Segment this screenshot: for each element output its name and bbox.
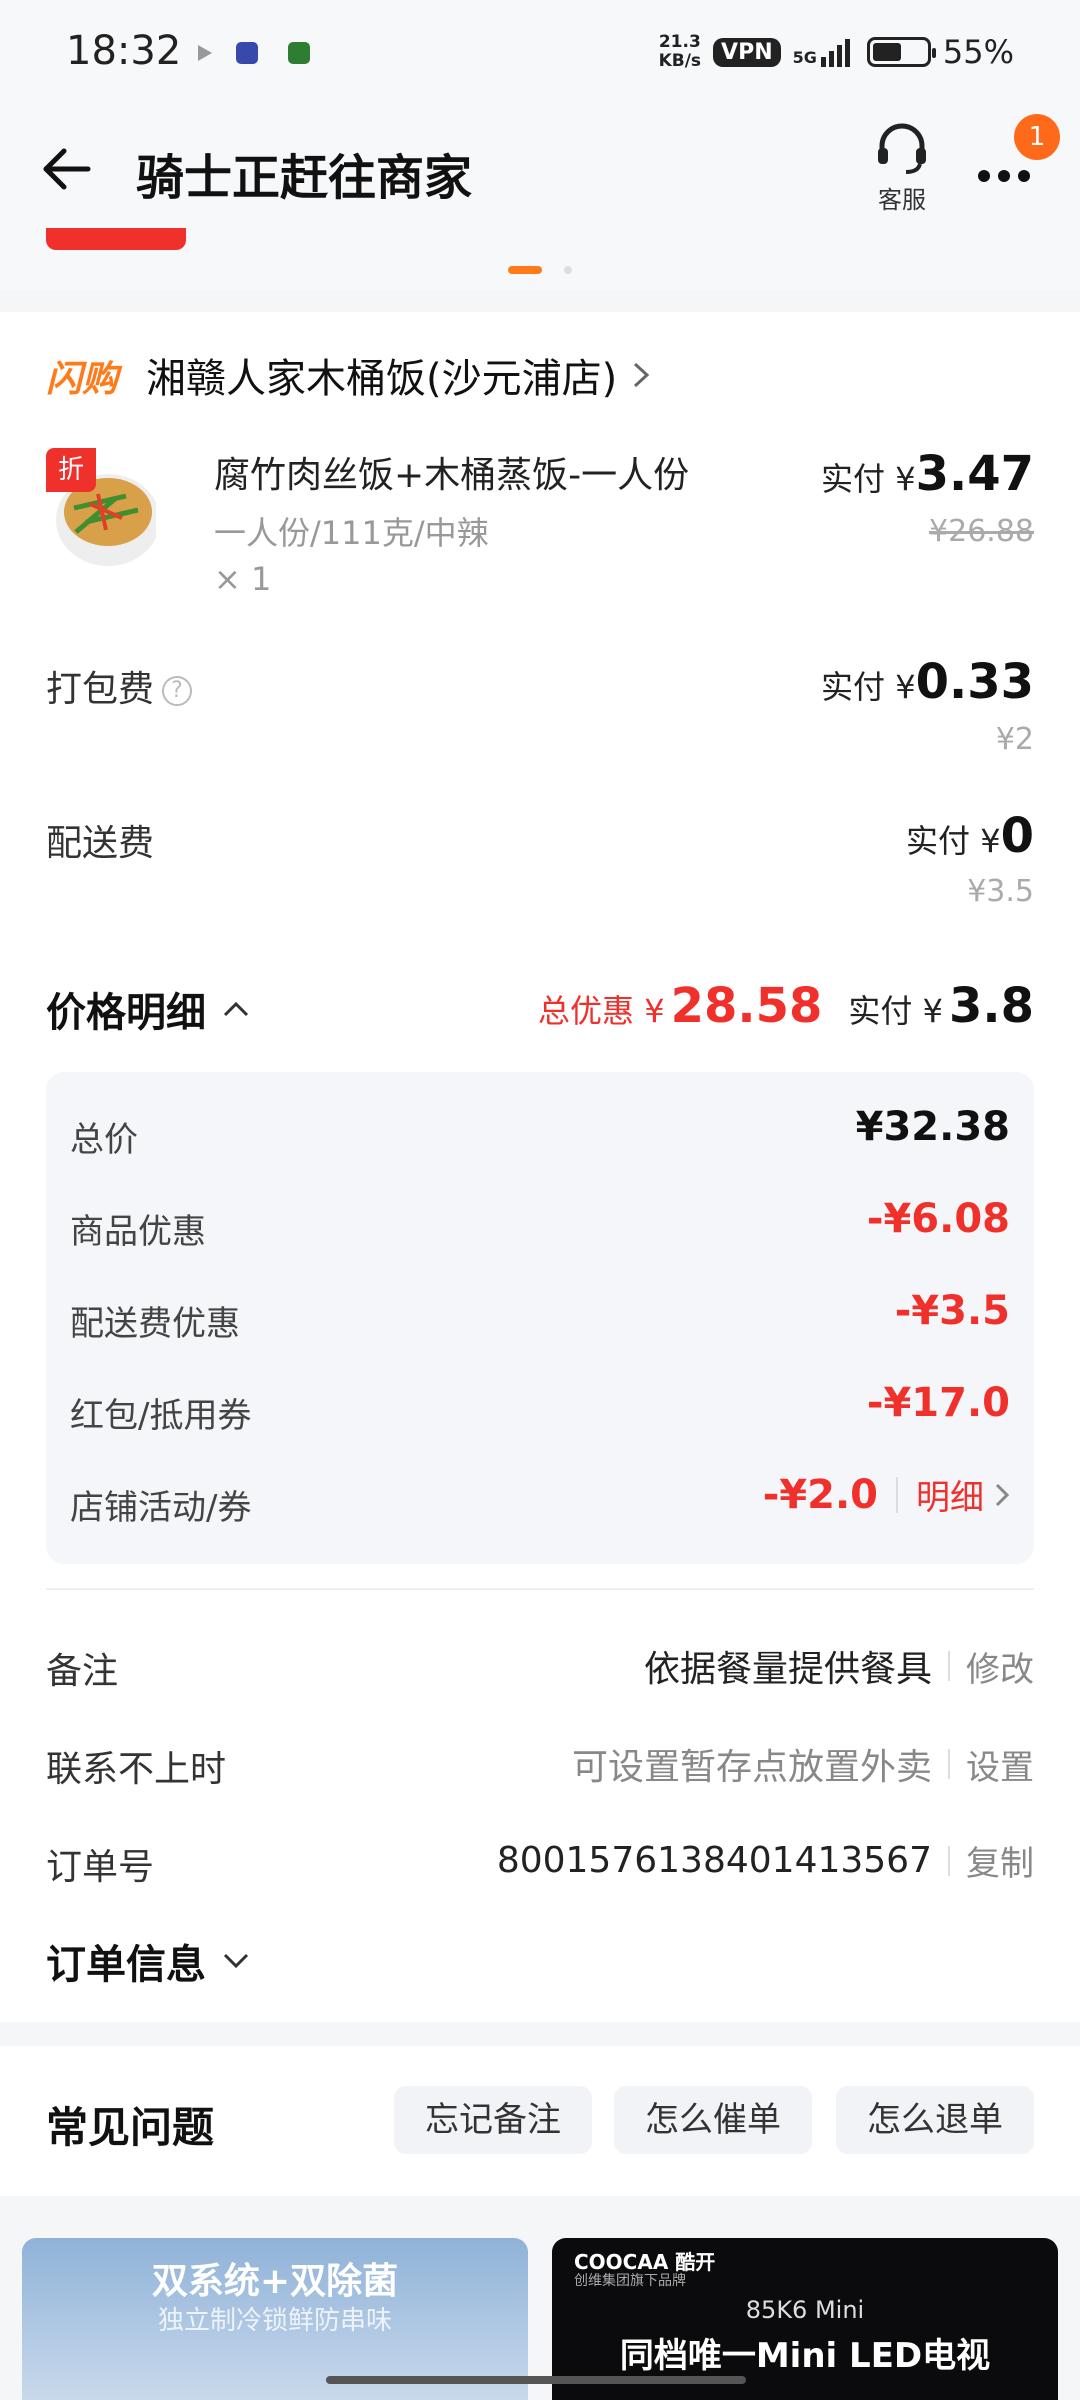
discount-tag: 折 — [46, 448, 96, 492]
page-title: 骑士正赶往商家 — [136, 150, 473, 206]
ad-title: 同档唯一Mini LED电视 — [619, 2336, 991, 2376]
contact-row: 可设置暂存点放置外卖 设置 — [572, 1738, 1034, 1790]
chevron-right-icon — [634, 362, 650, 388]
order-info-toggle[interactable]: 订单信息 — [46, 1932, 250, 1990]
dish-name: 腐竹肉丝饭+木桶蒸饭-一人份 — [214, 455, 690, 496]
detail-row-value: -¥3.5 — [894, 1288, 1010, 1334]
remark-row: 依据餐量提供餐具 修改 — [644, 1640, 1034, 1692]
store-coupon-detail-link[interactable]: 明细 — [916, 1470, 1010, 1519]
app-notification-icon — [236, 42, 258, 64]
item-original-price: ¥26.88 — [929, 514, 1034, 549]
detail-row-label: 店铺活动/券 — [70, 1488, 252, 1528]
ad-brand-sub: 创维集团旗下品牌 — [574, 2273, 686, 2289]
faq-title: 常见问题 — [46, 2103, 215, 2152]
detail-row-label: 红包/抵用券 — [70, 1396, 252, 1436]
remark-edit-button[interactable]: 修改 — [966, 1642, 1034, 1691]
packing-original-price: ¥2 — [995, 722, 1034, 757]
price-summary: 总优惠 ¥ 28.58 实付 ¥ 3.8 — [538, 978, 1034, 1034]
faq-button[interactable]: 忘记备注 — [394, 2086, 592, 2154]
home-indicator[interactable] — [326, 2376, 746, 2384]
status-time: 18:32 — [66, 28, 182, 74]
customer-service-button[interactable]: 客服 — [856, 120, 948, 220]
faq-button[interactable]: 怎么退单 — [836, 2086, 1034, 2154]
battery-percent: 55% — [942, 33, 1014, 71]
price-detail-toggle[interactable]: 价格明细 — [46, 980, 250, 1038]
copy-order-no-button[interactable]: 复制 — [966, 1836, 1034, 1885]
app-notification-icon — [288, 42, 310, 64]
chevron-up-icon — [223, 1001, 249, 1017]
more-dots-icon — [978, 170, 1030, 182]
ad-title: 双系统+双除菌 — [151, 2261, 399, 2302]
detail-row-value: -¥17.0 — [866, 1380, 1010, 1426]
detail-row-value: -¥2.0 — [762, 1471, 878, 1518]
order-no-row: 8001576138401413567 复制 — [497, 1836, 1034, 1885]
chevron-down-icon — [223, 1953, 249, 1969]
notification-badge: 1 — [1014, 114, 1060, 160]
delivery-fee-label: 配送费 — [46, 823, 155, 864]
store-coupon-row: -¥2.0 明细 — [763, 1470, 1010, 1519]
detail-row-value: -¥6.08 — [866, 1196, 1010, 1242]
help-icon[interactable]: ? — [162, 676, 193, 706]
play-icon — [196, 44, 214, 66]
faq-button[interactable]: 怎么催单 — [614, 2086, 812, 2154]
detail-row-label: 配送费优惠 — [70, 1304, 240, 1344]
detail-row-label: 商品优惠 — [70, 1212, 206, 1252]
remark-value: 依据餐量提供餐具 — [643, 1649, 932, 1690]
order-no-label: 订单号 — [46, 1847, 155, 1888]
divider — [46, 1588, 1034, 1590]
dish-quantity: × 1 — [214, 560, 272, 598]
chevron-right-icon — [995, 1483, 1010, 1506]
vpn-icon: VPN — [713, 37, 781, 67]
battery-icon — [866, 37, 936, 67]
order-no-value: 8001576138401413567 — [496, 1840, 932, 1881]
delivery-fee-paid: 实付 ¥0 — [906, 808, 1034, 864]
packing-fee-paid: 实付 ¥0.33 — [821, 654, 1034, 710]
signal-icon: 5G — [793, 37, 855, 67]
ad-model: 85K6 Mini — [745, 2296, 865, 2324]
remark-label: 备注 — [46, 1651, 119, 1692]
detail-row-value: ¥32.38 — [855, 1104, 1010, 1150]
packing-fee-label: 打包费? — [46, 660, 193, 712]
ad-subtitle: 独立制冷锁鲜防串味 — [157, 2306, 392, 2336]
net-speed: 21.3 KB/s — [658, 32, 702, 71]
page-dot — [564, 266, 572, 274]
more-button[interactable] — [976, 150, 1032, 196]
item-paid: 实付 ¥3.47 — [821, 446, 1034, 502]
contact-setting-button[interactable]: 设置 — [966, 1740, 1034, 1789]
delivery-original-price: ¥3.5 — [967, 874, 1034, 909]
customer-service-label: 客服 — [878, 186, 926, 214]
back-button[interactable] — [40, 142, 94, 200]
dish-spec: 一人份/111克/中辣 — [214, 514, 489, 552]
shop-name: 湘赣人家木桶饭(沙元浦店) — [146, 356, 618, 402]
back-arrow-icon — [43, 148, 91, 190]
contact-value: 可设置暂存点放置外卖 — [571, 1747, 932, 1788]
shop-link[interactable]: 湘赣人家木桶饭(沙元浦店) — [146, 346, 651, 404]
detail-row-label: 总价 — [70, 1120, 138, 1160]
status-tab-indicator — [46, 228, 186, 250]
flash-buy-tag: 闪购 — [46, 359, 119, 400]
status-right: 21.3 KB/s VPN 5G 55% — [659, 30, 1014, 74]
page-dot-active — [508, 266, 542, 274]
contact-label: 联系不上时 — [46, 1749, 227, 1790]
headset-icon — [878, 123, 926, 174]
